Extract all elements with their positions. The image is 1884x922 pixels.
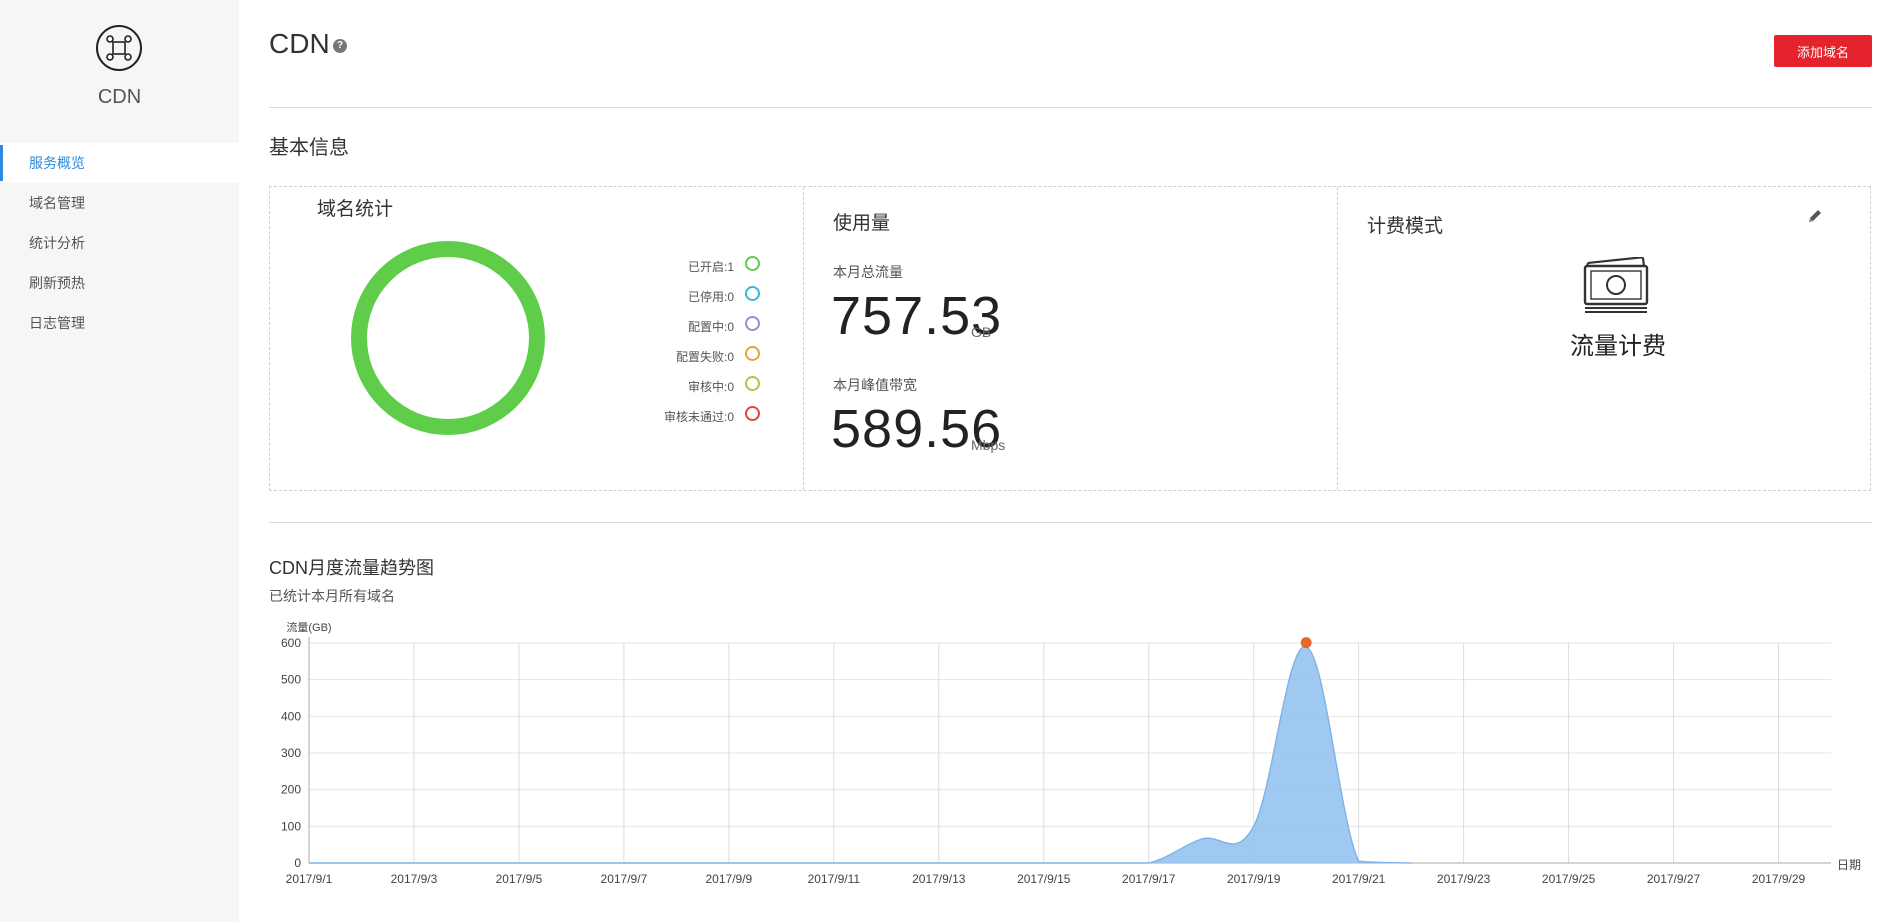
peak-bandwidth-unit: Mbps — [971, 437, 1006, 453]
x-tick-label: 2017/9/19 — [1227, 872, 1281, 886]
x-tick-label: 2017/9/5 — [496, 872, 543, 886]
domain-stats-title: 域名统计 — [317, 199, 394, 220]
basic-info-title: 基本信息 — [269, 137, 349, 159]
y-tick-label: 600 — [281, 636, 301, 650]
legend-ring-icon — [745, 256, 760, 271]
y-axis-label: 流量(GB) — [286, 620, 331, 634]
cdn-console: CDN 服务概览 域名管理 统计分析 刷新预热 日志管理 CDN ? 添加域名 … — [0, 0, 1884, 922]
page-title: CDN — [269, 28, 330, 59]
billing-mode-text: 流量计费 — [1570, 333, 1666, 360]
sidebar-item-domains[interactable]: 域名管理 — [0, 183, 239, 223]
header-divider — [269, 107, 1872, 108]
legend-item: 配置中:0 — [600, 312, 760, 342]
peak-point-marker — [1300, 637, 1312, 649]
sidebar-title: CDN — [97, 86, 142, 108]
x-tick-label: 2017/9/7 — [601, 872, 648, 886]
legend-ring-icon — [745, 406, 760, 421]
series-area — [309, 646, 1412, 863]
monthly-traffic-label: 本月总流量 — [833, 264, 903, 280]
billing-title: 计费模式 — [1367, 216, 1444, 237]
monthly-traffic-unit: GB — [971, 324, 992, 340]
legend-item: 审核未通过:0 — [600, 402, 760, 432]
y-tick-label: 400 — [281, 709, 301, 723]
y-tick-label: 100 — [281, 819, 301, 833]
y-tick-label: 200 — [281, 783, 301, 797]
x-tick-label: 2017/9/1 — [286, 872, 333, 886]
y-tick-label: 0 — [294, 856, 301, 870]
section-divider — [269, 522, 1872, 523]
legend-item: 审核中:0 — [600, 372, 760, 402]
x-axis-label: 日期 — [1837, 858, 1861, 872]
sidebar-item-statistics[interactable]: 统计分析 — [0, 223, 239, 263]
legend-item: 已停用:0 — [600, 282, 760, 312]
chart-subtitle: 已统计本月所有域名 — [269, 588, 395, 604]
legend-label: 已开启:1 — [687, 260, 734, 274]
y-tick-label: 300 — [281, 746, 301, 760]
x-tick-label: 2017/9/15 — [1017, 872, 1071, 886]
x-tick-label: 2017/9/21 — [1332, 872, 1386, 886]
legend-item: 已开启:1 — [600, 252, 760, 282]
x-tick-label: 2017/9/11 — [808, 872, 861, 886]
question-circle-icon[interactable]: ? — [333, 39, 347, 53]
x-tick-label: 2017/9/17 — [1122, 872, 1176, 886]
sidebar-nav: 服务概览 域名管理 统计分析 刷新预热 日志管理 — [0, 143, 239, 343]
donut-ring-enabled — [351, 241, 545, 435]
legend-ring-icon — [745, 316, 760, 331]
usage-card: 使用量 本月总流量 757.53 GB 本月峰值带宽 589.56 Mbps — [804, 187, 1337, 490]
x-tick-label: 2017/9/3 — [391, 872, 438, 886]
legend-label: 配置中:0 — [687, 320, 734, 334]
x-tick-label: 2017/9/27 — [1647, 872, 1701, 886]
domain-legend: 已开启:1 已停用:0 配置中:0 配置失败:0 审核中:0 审核未通过:0 — [600, 252, 760, 432]
sidebar: CDN 服务概览 域名管理 统计分析 刷新预热 日志管理 — [0, 0, 239, 922]
y-tick-label: 500 — [281, 673, 301, 687]
x-tick-label: 2017/9/23 — [1437, 872, 1491, 886]
legend-ring-icon — [745, 286, 760, 301]
legend-ring-icon — [745, 376, 760, 391]
peak-bandwidth-label: 本月峰值带宽 — [833, 377, 917, 393]
main-content: CDN ? 添加域名 基本信息 域名统计 已开启:1 已停用:0 配置中:0 配… — [269, 0, 1872, 922]
legend-label: 审核中:0 — [687, 380, 734, 394]
sidebar-item-overview[interactable]: 服务概览 — [0, 143, 239, 183]
add-domain-button[interactable]: 添加域名 — [1774, 35, 1872, 67]
money-bills-icon — [1583, 257, 1649, 313]
cdn-network-icon — [96, 25, 142, 71]
legend-ring-icon — [745, 346, 760, 361]
x-tick-label: 2017/9/13 — [912, 872, 966, 886]
legend-label: 配置失败:0 — [675, 350, 734, 364]
x-tick-label: 2017/9/29 — [1752, 872, 1806, 886]
legend-label: 审核未通过:0 — [663, 410, 734, 424]
legend-label: 已停用:0 — [687, 290, 734, 304]
domain-donut-chart — [351, 241, 545, 435]
traffic-trend-chart: 0 100 200 300 400 500 600 2017/9/1 2017/9/3 2017/… — [281, 620, 1861, 886]
x-tick-label: 2017/9/25 — [1542, 872, 1596, 886]
domain-stats-card: 域名统计 已开启:1 已停用:0 配置中:0 配置失败:0 审核中:0 审核未通… — [270, 187, 803, 490]
series-line — [309, 645, 1412, 864]
legend-item: 配置失败:0 — [600, 342, 760, 372]
chart-title: CDN月度流量趋势图 — [269, 558, 434, 578]
sidebar-item-refresh-preload[interactable]: 刷新预热 — [0, 263, 239, 303]
x-tick-label: 2017/9/9 — [706, 872, 753, 886]
pencil-icon[interactable] — [1806, 207, 1824, 225]
sidebar-item-logs[interactable]: 日志管理 — [0, 303, 239, 343]
usage-title: 使用量 — [833, 213, 891, 234]
